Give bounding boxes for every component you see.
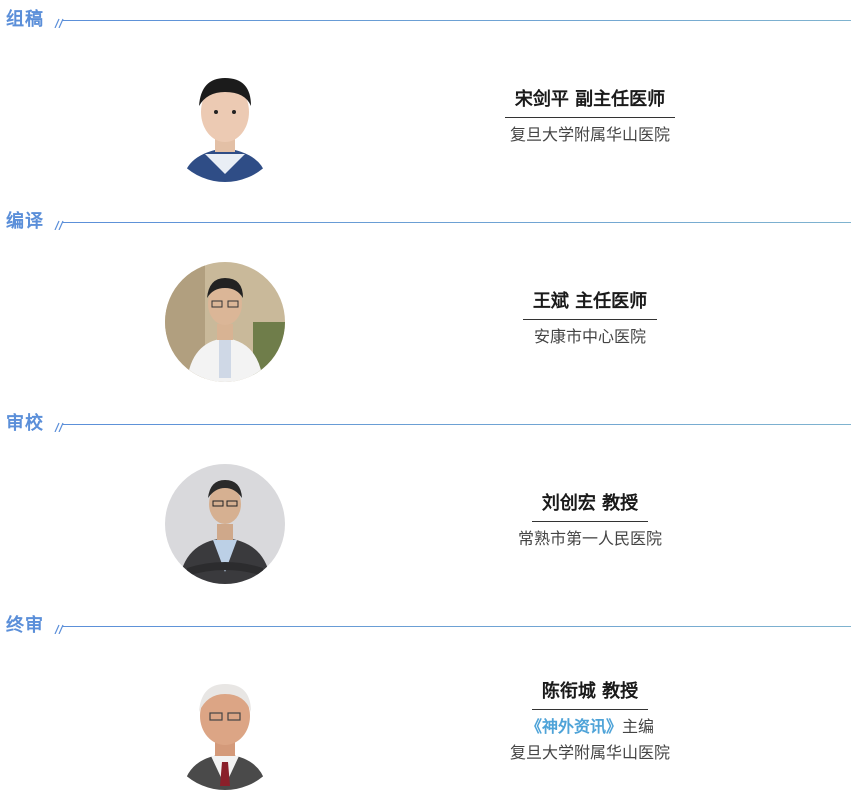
section-divider [62,222,851,223]
person-affiliation: 安康市中心医院 [533,327,646,346]
person-info: 王斌 主任医师 安康市中心医院 [440,290,740,350]
person-name: 王斌 主任医师 [522,290,658,320]
section-header: 编译 [0,202,859,232]
section-header: 审校 [0,404,859,434]
double-slash-icon [54,422,64,432]
person-name: 宋剑平 副主任医师 [504,88,676,118]
person-affiliation: 复旦大学附属华山医院 [509,125,670,144]
double-slash-icon [54,18,64,28]
section-divider [62,626,851,627]
person-name: 刘创宏 教授 [531,492,649,522]
section-reviewer: 审校 刘创宏 教授 常熟市第一人民医院 [0,404,859,606]
section-title: 编译 [6,211,44,232]
avatar-photo [165,62,285,182]
portrait-photo-icon [165,464,285,584]
person-role: 《神外资讯》主编 [440,714,740,740]
section-title: 终审 [6,615,44,636]
role-suffix: 主编 [622,717,655,736]
person-name: 陈衔城 教授 [531,680,649,710]
section-header: 终审 [0,606,859,636]
avatar-photo [165,464,285,584]
person-info: 宋剑平 副主任医师 复旦大学附属华山医院 [440,88,740,148]
section-header: 组稿 [0,0,859,30]
section-organizer: 组稿 宋剑平 副主任医师 复旦大学附属华山医院 [0,0,859,202]
portrait-photo-icon [165,62,285,182]
portrait-photo-icon [165,262,285,382]
section-translator: 编译 王斌 主任医师 安康市中心医院 [0,202,859,404]
section-divider [62,20,851,21]
person-info: 刘创宏 教授 常熟市第一人民医院 [440,492,740,552]
section-title: 审校 [6,413,44,434]
journal-name: 《神外资讯》 [525,717,622,736]
section-title: 组稿 [6,9,44,30]
avatar-photo [165,262,285,382]
section-divider [62,424,851,425]
section-final-reviewer: 终审 陈衔城 教授 《神外资讯》主编 复旦大学附属华山医院 [0,606,859,808]
person-affiliation: 常熟市第一人民医院 [517,529,662,548]
portrait-photo-icon [165,670,285,790]
avatar-photo [165,670,285,790]
double-slash-icon [54,624,64,634]
double-slash-icon [54,220,64,230]
person-affiliation: 复旦大学附属华山医院 [509,743,670,762]
person-info: 陈衔城 教授 《神外资讯》主编 复旦大学附属华山医院 [440,680,740,766]
